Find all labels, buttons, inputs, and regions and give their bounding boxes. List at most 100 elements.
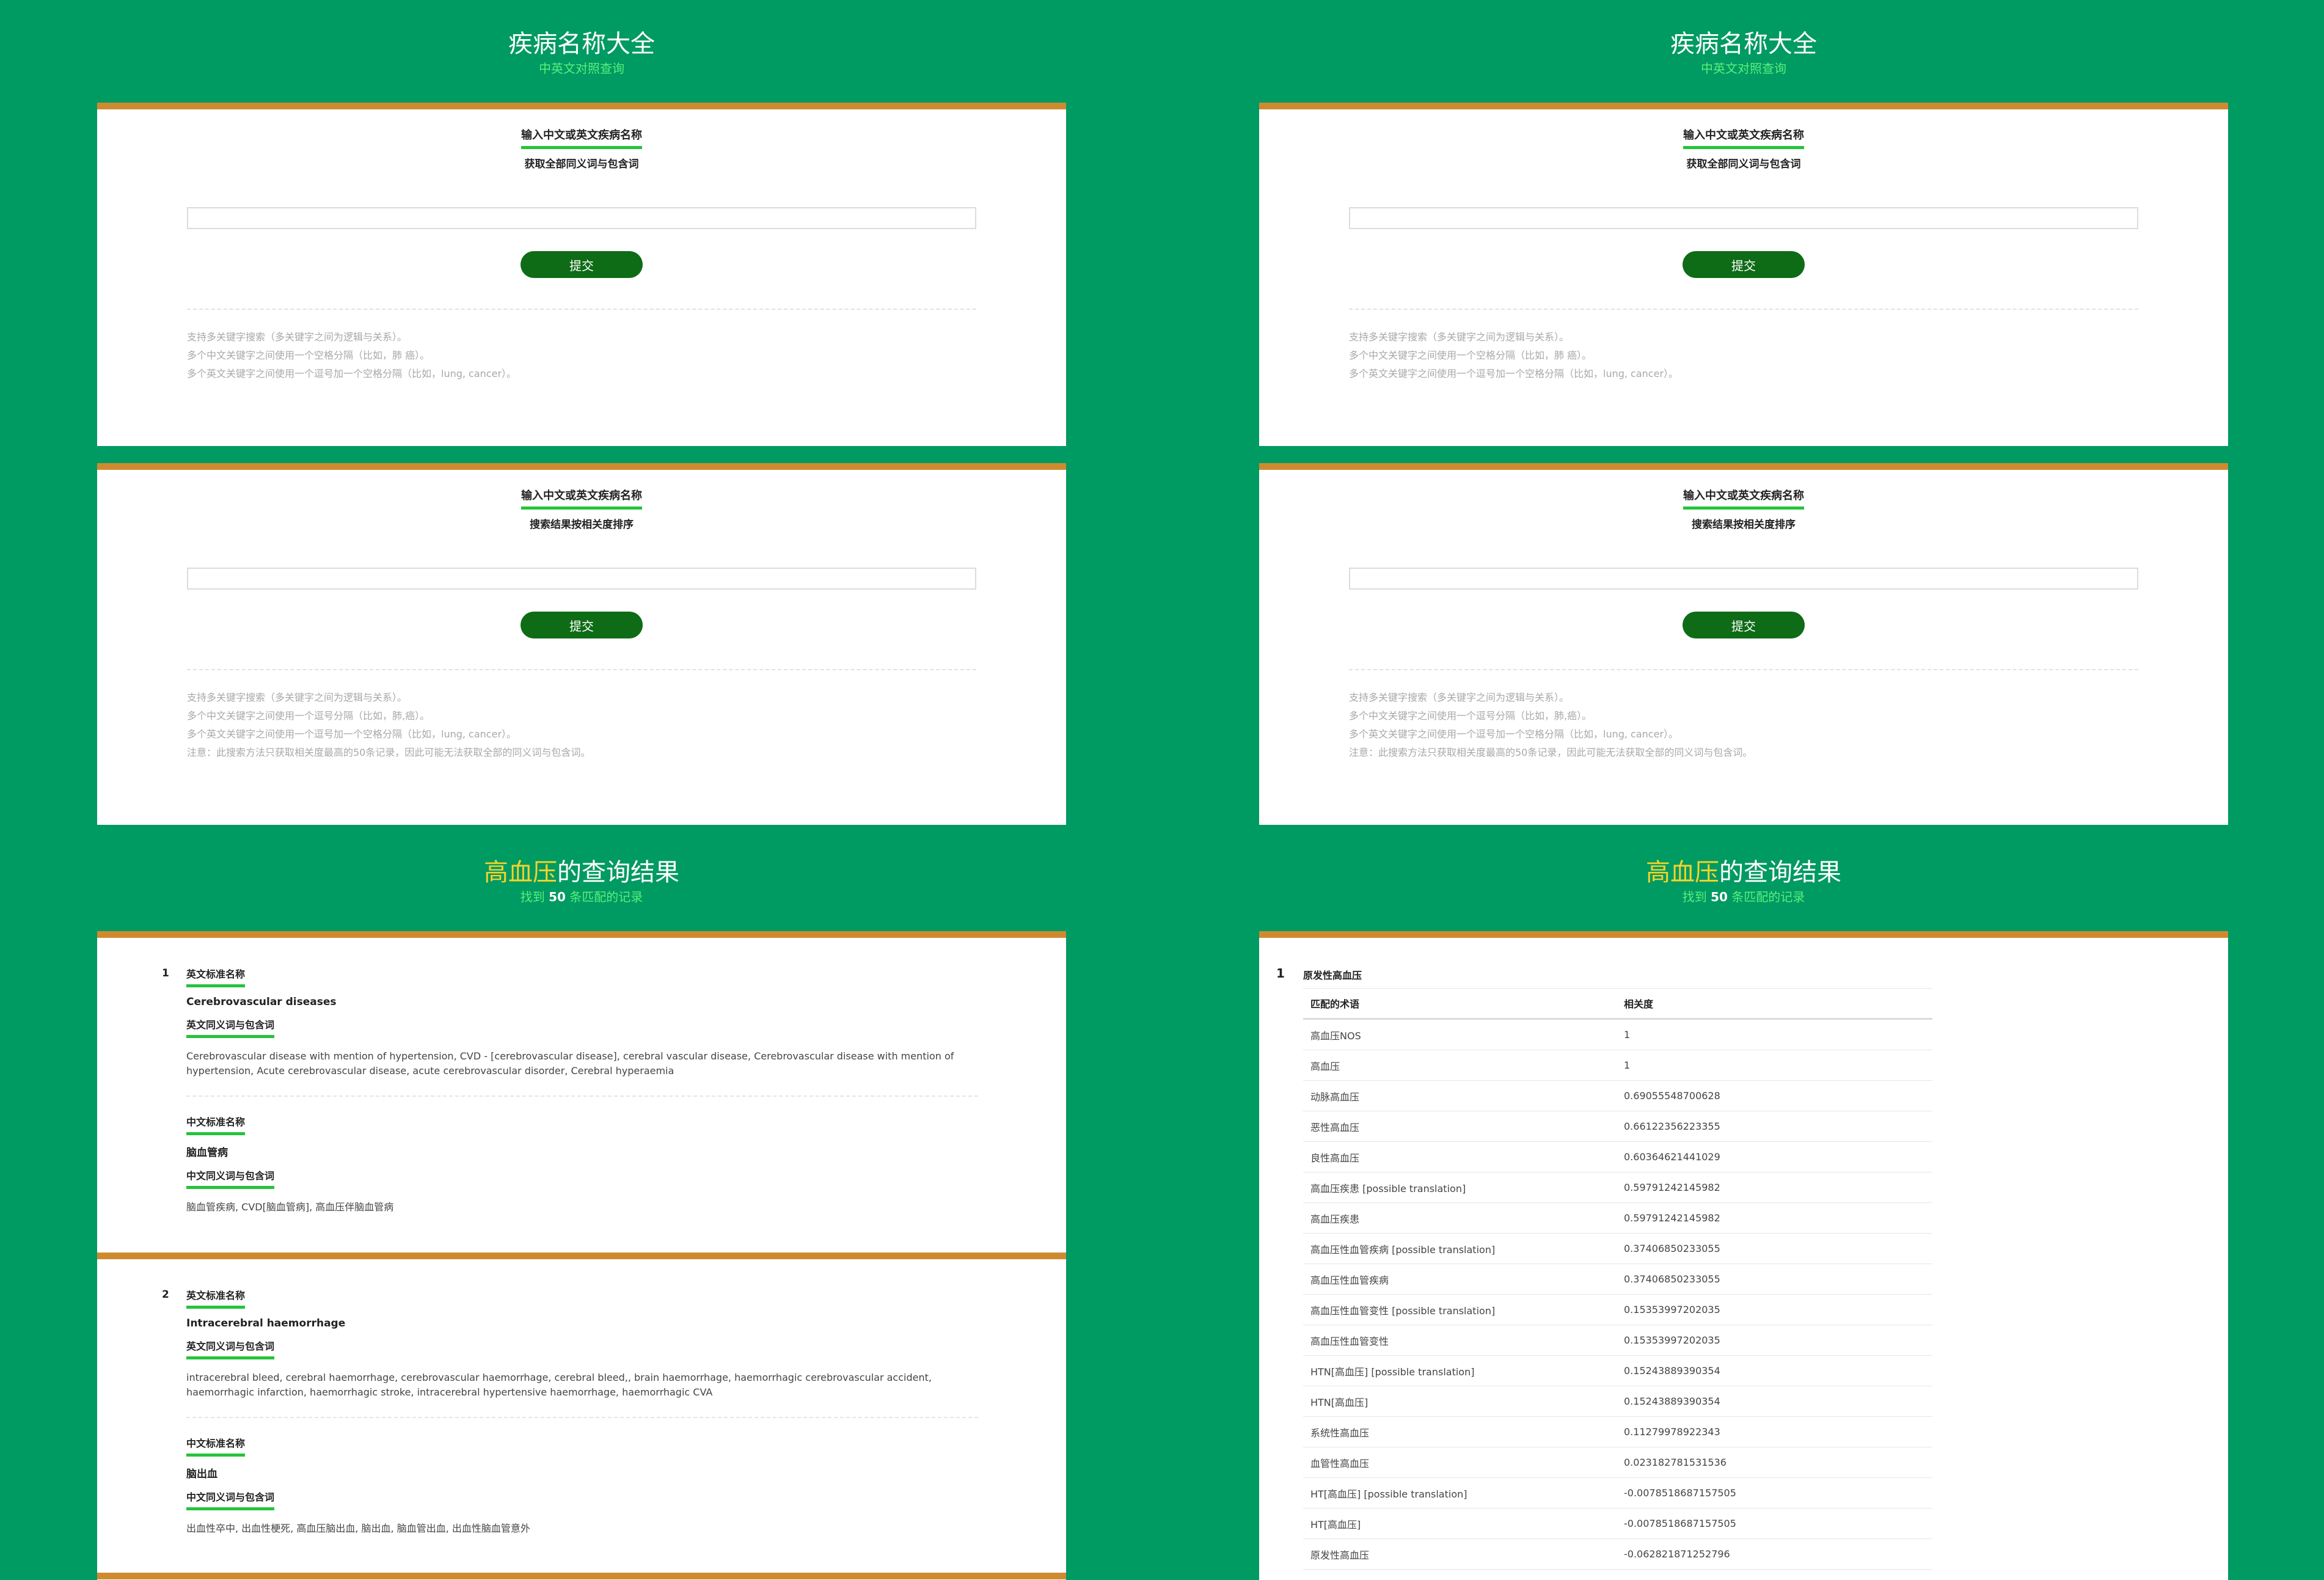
site-subtitle: 中英文对照查询	[539, 61, 624, 76]
score-cell: 1	[1617, 1050, 1932, 1081]
term-cell: 恶性高血压	[1303, 1111, 1617, 1142]
search-relevance-sublabel: 搜索结果按相关度排序	[530, 519, 634, 531]
search-relevance-hints: 支持多关键字搜索（多关键字之间为逻辑与关系）。 多个中文关键字之间使用一个逗号分…	[187, 689, 976, 762]
search-relevance-card: 输入中文或英文疾病名称 搜索结果按相关度排序 提交 支持多关键字搜索（多关键字之…	[1259, 463, 2228, 825]
search-all-hints: 支持多关键字搜索（多关键字之间为逻辑与关系）。 多个中文关键字之间使用一个空格分…	[1349, 328, 2138, 383]
search-relevance-input[interactable]	[1349, 568, 2138, 590]
term-cell: 高血压性血管变性	[1303, 1325, 1617, 1356]
search-all-hints: 支持多关键字搜索（多关键字之间为逻辑与关系）。 多个中文关键字之间使用一个空格分…	[187, 328, 976, 383]
result-item: 1 英文标准名称 Cerebrovascular diseases 英文同义词与…	[97, 931, 1066, 1255]
score-cell: -0.0078518687157505	[1617, 1477, 1932, 1509]
search-all-card: 输入中文或英文疾病名称 获取全部同义词与包含词 提交 支持多关键字搜索（多关键字…	[1259, 103, 2228, 446]
right-panel: 疾病名称大全 中英文对照查询 输入中文或英文疾病名称 获取全部同义词与包含词 提…	[1259, 0, 2228, 1580]
search-relevance-input[interactable]	[187, 568, 976, 590]
term-cell: 高血压疾患 [possible translation]	[1303, 1172, 1617, 1203]
table-row: HT[高血压] [possible translation] -0.0078518…	[1303, 1477, 1932, 1509]
search-all-input[interactable]	[187, 207, 976, 229]
hint-text: 支持多关键字搜索（多关键字之间为逻辑与关系）。	[1349, 331, 1569, 343]
left-panel: 疾病名称大全 中英文对照查询 输入中文或英文疾病名称 获取全部同义词与包含词 提…	[97, 0, 1066, 1580]
site-header: 疾病名称大全 中英文对照查询	[97, 29, 1066, 77]
en-syn-label: 英文同义词与包含词	[186, 1017, 275, 1038]
search-all-sublabel: 获取全部同义词与包含词	[1686, 158, 1801, 170]
hint-text: 多个中文关键字之间使用一个逗号分隔（比如，肺,癌）。	[1349, 710, 1592, 722]
term-cell: 高血压NOS	[1303, 1019, 1617, 1050]
results-title: 高血压的查询结果	[484, 858, 679, 887]
score-cell: 0.60364621441029	[1617, 1141, 1932, 1172]
hint-text: 多个中文关键字之间使用一个空格分隔（比如，肺 癌）。	[187, 349, 430, 361]
score-cell: 0.59791242145982	[1617, 1172, 1932, 1203]
relevance-result-card: 1 原发性高血压 匹配的术语 相关度 高血压NOS 1 高血压 1 动脉高血压 0.690…	[1259, 931, 2228, 1580]
relevance-table: 匹配的术语 相关度 高血压NOS 1 高血压 1 动脉高血压 0.690555487006…	[1303, 988, 1932, 1580]
table-row: 高血压NOS 1	[1303, 1019, 1932, 1050]
term-cell: HTN[高血压]	[1303, 1386, 1617, 1417]
search-relevance-sublabel: 搜索结果按相关度排序	[1692, 519, 1796, 531]
table-row: 原发性高血压 -0.062821871252796	[1303, 1538, 1932, 1570]
search-all-submit-button[interactable]: 提交	[521, 251, 643, 278]
cn-std-name: 脑血管病	[186, 1147, 228, 1159]
score-cell: 0.66122356223355	[1617, 1111, 1932, 1142]
term-cell: 血管性高血压	[1303, 1447, 1617, 1478]
table-row: 高血压疾患 0.59791242145982	[1303, 1202, 1932, 1234]
score-cell: 0.69055548700628	[1617, 1080, 1932, 1111]
search-relevance-submit-button[interactable]: 提交	[521, 612, 643, 638]
search-relevance-submit-button[interactable]: 提交	[1683, 612, 1805, 638]
table-row: 高血压性血管疾病 [possible translation] 0.3740685…	[1303, 1233, 1932, 1264]
results-count: 50	[1711, 890, 1728, 904]
result-number: 1	[162, 967, 169, 979]
table-row: 良性高血压 0.60364621441029	[1303, 1141, 1932, 1172]
site-header: 疾病名称大全 中英文对照查询	[1259, 29, 2228, 77]
hint-text: 支持多关键字搜索（多关键字之间为逻辑与关系）。	[187, 692, 407, 703]
score-cell: 0.15353997202035	[1617, 1325, 1932, 1356]
results-count-line: 找到 50 条匹配的记录	[520, 890, 643, 904]
score-cell: -0.062821871252796	[1617, 1538, 1932, 1570]
score-cell: 0.15353997202035	[1617, 1294, 1932, 1325]
hint-text: 多个英文关键字之间使用一个逗号加一个空格分隔（比如，lung, cancer）。	[187, 728, 517, 740]
table-row: HTN[高血压] 0.15243889390354	[1303, 1386, 1932, 1417]
term-cell: 系统性高血压	[1303, 1416, 1617, 1447]
hint-text: 多个英文关键字之间使用一个逗号加一个空格分隔（比如，lung, cancer）。	[1349, 728, 1679, 740]
cn-syn-text: 脑血管疾病, CVD[脑血管病], 高血压伴脑血管病	[186, 1201, 394, 1213]
site-title: 疾病名称大全	[1670, 30, 1817, 58]
column-header-score: 相关度	[1617, 988, 1932, 1020]
table-row: 高血压性血管疾病 0.37406850233055	[1303, 1264, 1932, 1295]
cn-std-label: 中文标准名称	[186, 1435, 246, 1457]
hint-text: 多个中文关键字之间使用一个逗号分隔（比如，肺,癌）。	[187, 710, 430, 722]
hint-text: 多个英文关键字之间使用一个逗号加一个空格分隔（比如，lung, cancer）。	[1349, 368, 1679, 379]
search-all-input[interactable]	[1349, 207, 2138, 229]
en-std-name: Intracerebral haemorrhage	[186, 1317, 346, 1329]
table-row: HTN[高血压] [possible translation] 0.1524388…	[1303, 1355, 1932, 1386]
table-row: 高血压疾患 [possible translation] 0.5979124214…	[1303, 1172, 1932, 1203]
score-cell: 0.11279978922343	[1617, 1416, 1932, 1447]
table-row: HBP[高血压]-0.075506973908559	[1303, 1569, 1932, 1580]
divider	[1349, 309, 2138, 310]
search-all-sublabel: 获取全部同义词与包含词	[524, 158, 639, 170]
table-row: 恶性高血压 0.66122356223355	[1303, 1111, 1932, 1142]
result-item-next	[97, 1573, 1066, 1580]
score-cell: 0.37406850233055	[1617, 1233, 1932, 1264]
term-cell: 动脉高血压	[1303, 1080, 1617, 1111]
term-cell: 高血压疾患	[1303, 1202, 1617, 1234]
search-all-submit-button[interactable]: 提交	[1683, 251, 1805, 278]
results-title: 高血压的查询结果	[1646, 858, 1841, 887]
column-header-term: 匹配的术语	[1303, 988, 1617, 1020]
en-syn-text: intracerebral bleed, cerebral haemorrhag…	[186, 1372, 932, 1398]
hint-text: 注意：此搜索方法只获取相关度最高的50条记录，因此可能无法获取全部的同义词与包含…	[1349, 747, 1753, 758]
search-all-label: 输入中文或英文疾病名称	[521, 126, 642, 149]
score-cell: 0.023182781531536	[1617, 1447, 1932, 1478]
hint-text: 多个英文关键字之间使用一个逗号加一个空格分隔（比如，lung, cancer）。	[187, 368, 517, 379]
cn-std-label: 中文标准名称	[186, 1114, 246, 1135]
search-all-card: 输入中文或英文疾病名称 获取全部同义词与包含词 提交 支持多关键字搜索（多关键字…	[97, 103, 1066, 446]
result-number: 2	[162, 1289, 169, 1301]
result-number: 1	[1276, 966, 1285, 981]
score-cell: 0.15243889390354	[1617, 1386, 1932, 1417]
result-title: 原发性高血压	[1303, 970, 1362, 981]
search-all-label: 输入中文或英文疾病名称	[1683, 126, 1804, 149]
divider	[186, 1095, 978, 1097]
hint-text: 支持多关键字搜索（多关键字之间为逻辑与关系）。	[1349, 692, 1569, 703]
term-cell: 高血压性血管疾病 [possible translation]	[1303, 1233, 1617, 1264]
results-count-line: 找到 50 条匹配的记录	[1682, 890, 1805, 904]
divider	[186, 1417, 978, 1418]
table-header-row: 匹配的术语 相关度	[1303, 988, 1932, 1020]
divider	[187, 669, 976, 670]
hint-text: 多个中文关键字之间使用一个空格分隔（比如，肺 癌）。	[1349, 349, 1592, 361]
